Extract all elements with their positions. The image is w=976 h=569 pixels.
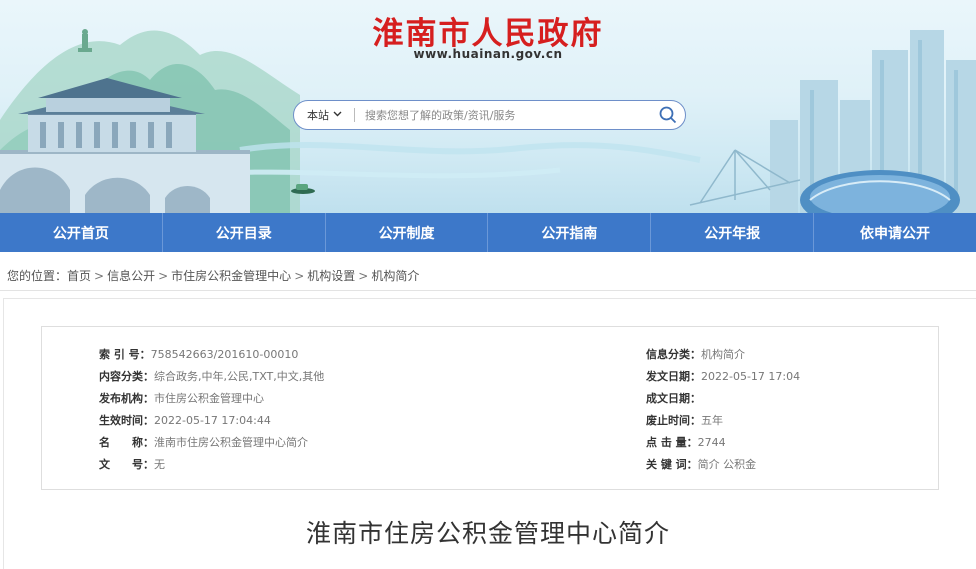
meta-publisher: 发布机构：市住房公积金管理中心 [99, 390, 264, 406]
meta-label: 生效时间： [99, 414, 154, 427]
search-button[interactable] [651, 101, 685, 129]
nav-item-public-home[interactable]: 公开首页 [0, 213, 163, 252]
search-divider [354, 108, 355, 122]
meta-issue-date: 发文日期：2022-05-17 17:04 [646, 368, 800, 384]
meta-value: 综合政务,中年,公民,TXT,中文,其他 [154, 370, 325, 383]
breadcrumb-separator: > [94, 269, 105, 283]
meta-label: 成文日期： [646, 392, 701, 405]
meta-value: 758542663/201610-00010 [150, 348, 299, 361]
chevron-down-icon [333, 110, 342, 120]
meta-value: 五年 [701, 414, 723, 427]
meta-written-date: 成文日期： [646, 390, 701, 406]
breadcrumb-prefix: 您的位置： [7, 269, 68, 283]
meta-label: 索 引 号： [99, 348, 151, 361]
metadata-table: 索 引 号：758542663/201610-00010 内容分类：综合政务,中… [41, 326, 939, 490]
breadcrumb-separator: > [294, 269, 305, 283]
header-banner: 淮南市人民政府 www.huainan.gov.cn 本站 [0, 0, 976, 213]
meta-value: 简介 公积金 [697, 458, 757, 471]
meta-label: 发布机构： [99, 392, 154, 405]
meta-value: 机构简介 [701, 348, 745, 361]
meta-label: 信息分类： [646, 348, 701, 361]
meta-effective-time: 生效时间：2022-05-17 17:04:44 [99, 412, 271, 428]
meta-label: 名 称： [99, 436, 154, 449]
meta-value: 淮南市住房公积金管理中心简介 [154, 436, 308, 449]
meta-name: 名 称：淮南市住房公积金管理中心简介 [99, 434, 308, 450]
meta-label: 内容分类： [99, 370, 154, 383]
meta-click-count: 点 击 量：2744 [646, 434, 726, 450]
meta-label: 文 号： [99, 458, 154, 471]
nav-item-public-guide[interactable]: 公开指南 [488, 213, 652, 252]
meta-value: 2022-05-17 17:04:44 [154, 414, 271, 427]
meta-info-category: 信息分类：机构简介 [646, 346, 745, 362]
meta-value: 2022-05-17 17:04 [701, 370, 801, 383]
breadcrumb-separator: > [358, 269, 369, 283]
breadcrumb-divider [0, 290, 976, 291]
breadcrumb-org-setup[interactable]: 机构设置 [307, 269, 355, 283]
breadcrumb: 您的位置：首页 > 信息公开 > 市住房公积金管理中心 > 机构设置 > 机构简介 [7, 267, 419, 284]
search-bar: 本站 [293, 100, 686, 130]
meta-expiry-time: 废止时间：五年 [646, 412, 723, 428]
meta-index-number: 索 引 号：758542663/201610-00010 [99, 346, 298, 362]
meta-keywords: 关 键 词：简介 公积金 [646, 456, 756, 472]
meta-label: 关 键 词： [646, 458, 698, 471]
search-input[interactable] [365, 108, 651, 122]
breadcrumb-info-public[interactable]: 信息公开 [107, 269, 155, 283]
search-scope-label: 本站 [307, 109, 329, 122]
meta-document-number: 文 号：无 [99, 456, 165, 472]
nav-item-public-system[interactable]: 公开制度 [326, 213, 489, 252]
search-scope-select[interactable]: 本站 [294, 101, 342, 129]
nav-item-public-catalog[interactable]: 公开目录 [163, 213, 326, 252]
breadcrumb-separator: > [158, 269, 169, 283]
meta-value: 市住房公积金管理中心 [154, 392, 264, 405]
breadcrumb-housing-fund-center[interactable]: 市住房公积金管理中心 [171, 269, 291, 283]
meta-label: 发文日期： [646, 370, 701, 383]
nav-item-request-disclosure[interactable]: 依申请公开 [814, 213, 976, 252]
main-nav: 公开首页 公开目录 公开制度 公开指南 公开年报 依申请公开 [0, 213, 976, 252]
search-icon [659, 106, 677, 124]
meta-value: 2744 [697, 436, 726, 449]
meta-value: 无 [154, 458, 165, 471]
breadcrumb-org-intro[interactable]: 机构简介 [371, 269, 419, 283]
meta-label: 废止时间： [646, 414, 701, 427]
article-title: 淮南市住房公积金管理中心简介 [305, 519, 670, 548]
site-domain: www.huainan.gov.cn [413, 47, 563, 61]
nav-item-annual-report[interactable]: 公开年报 [651, 213, 815, 252]
meta-label: 点 击 量： [646, 436, 698, 449]
meta-content-category: 内容分类：综合政务,中年,公民,TXT,中文,其他 [99, 368, 324, 384]
breadcrumb-home[interactable]: 首页 [67, 269, 91, 283]
